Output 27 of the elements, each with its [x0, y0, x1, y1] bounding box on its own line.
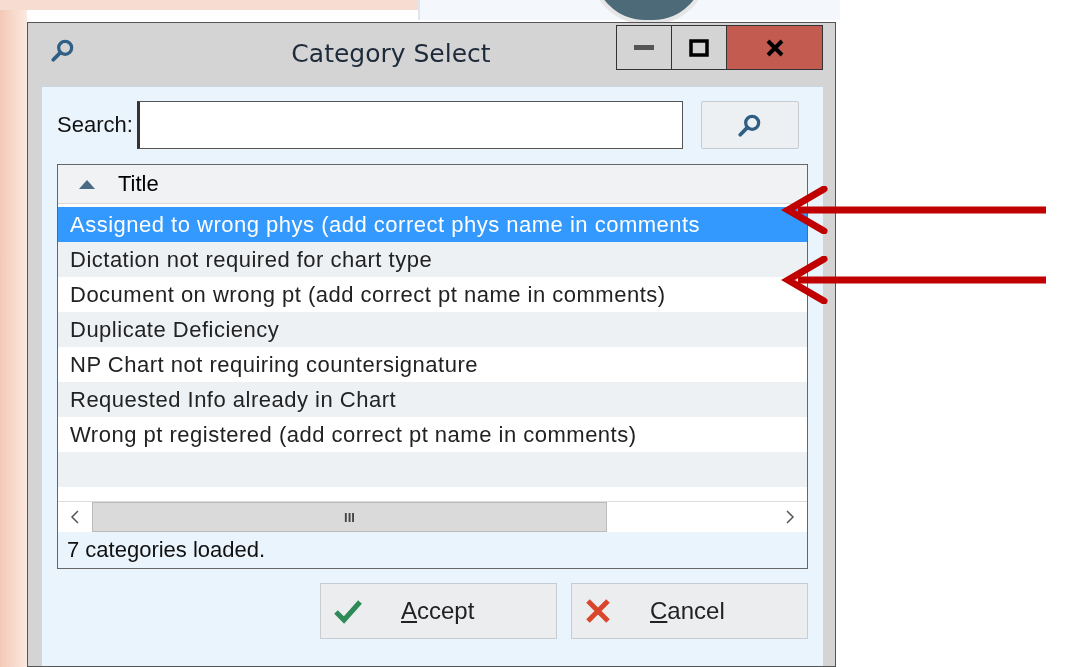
maximize-icon	[689, 38, 709, 57]
list-row[interactable]: Document on wrong pt (add correct pt name in comments)	[58, 277, 807, 312]
cancel-button[interactable]: Cancel	[571, 583, 808, 639]
list-row[interactable]: Dictation not required for chart type	[58, 242, 807, 277]
search-button[interactable]	[700, 101, 799, 149]
search-icon	[51, 39, 74, 62]
close-button[interactable]	[727, 26, 822, 69]
chevron-left-icon	[70, 509, 80, 525]
checkmark-icon	[333, 598, 363, 624]
minimize-icon	[634, 44, 654, 51]
horizontal-scrollbar[interactable]: III	[58, 501, 807, 532]
close-icon	[764, 38, 785, 57]
column-title: Title	[118, 171, 159, 197]
search-label: Search:	[57, 112, 133, 138]
list-row[interactable]: Requested Info already in Chart	[58, 382, 807, 417]
list-row[interactable]: NP Chart not requiring countersignature	[58, 347, 807, 382]
chevron-right-icon	[785, 509, 795, 525]
list-row[interactable]: Duplicate Deficiency	[58, 312, 807, 347]
search-icon	[738, 114, 761, 137]
column-header[interactable]: Title	[58, 165, 807, 204]
window-title: Category Select	[290, 38, 492, 68]
status-text: 7 categories loaded.	[67, 537, 266, 563]
x-icon	[584, 598, 612, 624]
list-row[interactable]: Wrong pt registered (add correct pt name in comments)	[58, 417, 807, 452]
scrollbar-thumb[interactable]: III	[92, 502, 607, 532]
accept-button[interactable]: Accept	[320, 583, 557, 639]
search-field[interactable]	[136, 101, 683, 149]
